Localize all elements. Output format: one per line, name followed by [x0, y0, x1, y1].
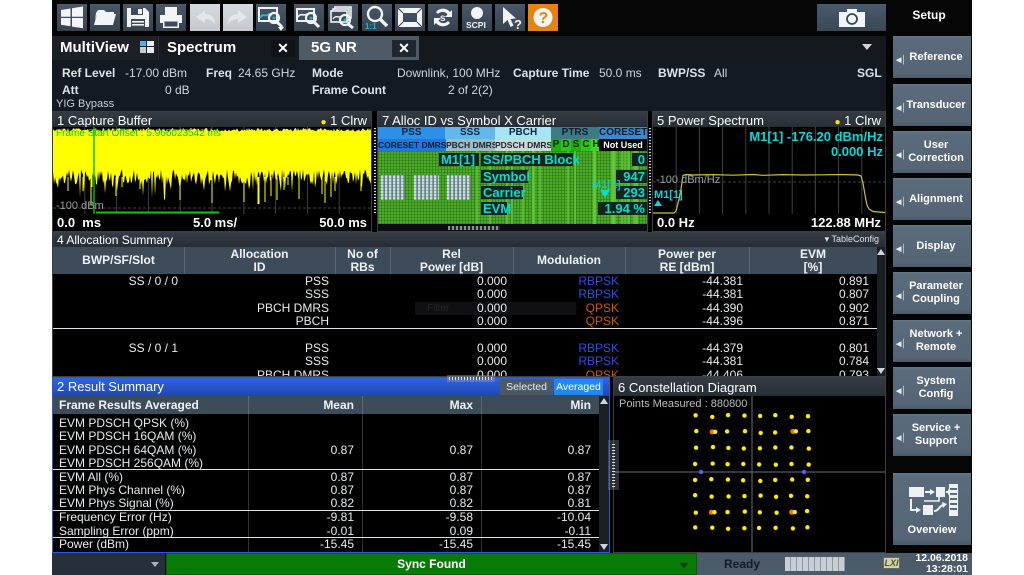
svg-text:s: s [440, 13, 446, 24]
svg-text:?: ? [539, 10, 549, 27]
svg-text:1:1: 1:1 [365, 22, 377, 31]
svg-text:?: ? [514, 17, 522, 31]
svg-text:SCPI: SCPI [466, 20, 486, 30]
